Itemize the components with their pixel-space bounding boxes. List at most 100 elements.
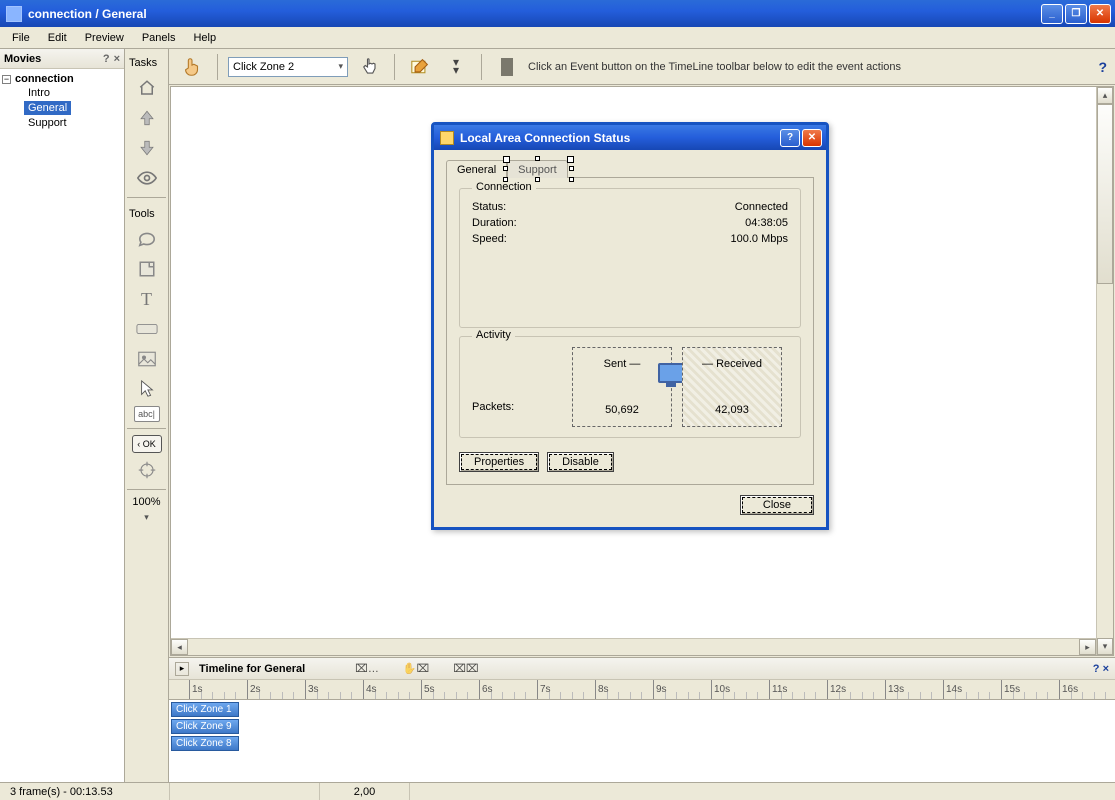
tab-support[interactable]: Support — [507, 160, 568, 178]
tree-item-general[interactable]: General — [24, 101, 71, 115]
stage-hint: Click an Event button on the TimeLine to… — [528, 61, 901, 73]
scroll-right-icon[interactable]: ▸ — [1079, 639, 1096, 655]
menu-panels[interactable]: Panels — [134, 30, 184, 46]
clickzone-combo-value: Click Zone 2 — [233, 61, 294, 73]
speech-bubble-icon[interactable] — [132, 226, 162, 252]
stage-help-icon[interactable]: ? — [1098, 59, 1107, 75]
stop-icon[interactable] — [492, 53, 522, 81]
tool-column: Tasks Tools T abc| ‹ — [125, 49, 169, 782]
double-chevron-down-icon[interactable]: ▾▾ — [441, 53, 471, 81]
tree-item-intro[interactable]: Intro — [24, 86, 54, 100]
vscroll-thumb[interactable] — [1097, 104, 1113, 284]
sent-box: Sent — 50,692 — [572, 347, 672, 427]
timeline-title: Timeline for General — [199, 663, 305, 675]
dialog-titlebar[interactable]: Local Area Connection Status ? ✕ — [434, 125, 826, 150]
duration-value: 04:38:05 — [745, 217, 788, 229]
target-icon[interactable] — [132, 457, 162, 483]
sent-label: Sent — [604, 358, 627, 370]
tree-item-support[interactable]: Support — [24, 116, 71, 130]
pointer-hand-icon[interactable] — [177, 53, 207, 81]
connection-legend: Connection — [472, 181, 536, 193]
selected-clickzone[interactable]: Support — [507, 160, 570, 178]
lan-status-dialog: Local Area Connection Status ? ✕ General… — [431, 122, 829, 530]
movies-panel: Movies ? × − connection Intro General Su… — [0, 49, 125, 782]
connection-fieldset: Connection Status:Connected Duration:04:… — [459, 188, 801, 328]
cursor-icon[interactable] — [132, 376, 162, 402]
movie-tree: − connection Intro General Support — [0, 69, 124, 135]
timeline-zone-3[interactable]: Click Zone 8 — [171, 736, 239, 751]
clickzone-combo[interactable]: Click Zone 2 ▾ — [228, 57, 348, 77]
app-emblem-icon — [6, 6, 22, 22]
button-icon[interactable] — [132, 316, 162, 342]
dialog-help-button[interactable]: ? — [780, 129, 800, 147]
activity-fieldset: Activity Packets: Sent — — [459, 336, 801, 438]
app-titlebar: connection / General _ ❐ ✕ — [0, 0, 1115, 27]
maximize-button[interactable]: ❐ — [1065, 4, 1087, 24]
dialog-close-button[interactable]: ✕ — [802, 129, 822, 147]
canvas-hscrollbar[interactable]: ◂ ▸ — [171, 638, 1096, 655]
status-frames: 3 frame(s) - 00:13.53 — [0, 783, 170, 800]
received-box: — Received 42,093 — [682, 347, 782, 427]
packets-spacer — [472, 361, 562, 373]
editor-canvas[interactable]: Local Area Connection Status ? ✕ General… — [170, 86, 1114, 656]
zoom-label[interactable]: 100% — [132, 496, 160, 508]
scroll-down-icon[interactable]: ▾ — [1097, 638, 1113, 655]
close-button[interactable]: ✕ — [1089, 4, 1111, 24]
timeline-zone-2[interactable]: Click Zone 9 — [171, 719, 239, 734]
scroll-up-icon[interactable]: ▴ — [1097, 87, 1113, 104]
statusbar: 3 frame(s) - 00:13.53 2,00 — [0, 782, 1115, 800]
menu-preview[interactable]: Preview — [77, 30, 132, 46]
canvas-vscrollbar[interactable]: ▴ ▾ — [1096, 87, 1113, 655]
stage-column: Click Zone 2 ▾ ▾▾ Click an Event button … — [169, 49, 1115, 782]
app-title: connection / General — [28, 7, 147, 21]
arrow-down-icon[interactable] — [132, 135, 162, 161]
speed-label: Speed: — [472, 233, 507, 245]
tree-root-label: connection — [15, 73, 74, 85]
click-hand-icon[interactable] — [354, 53, 384, 81]
tools-section-label: Tools — [125, 204, 168, 222]
home-icon[interactable] — [132, 75, 162, 101]
timeline-tool3-icon[interactable]: ⌧⌧ — [453, 662, 478, 675]
timeline-header: ▸ Timeline for General ⌧… ✋⌧ ⌧⌧ ? × — [169, 658, 1115, 680]
minimize-button[interactable]: _ — [1041, 4, 1063, 24]
timeline-zone-1[interactable]: Click Zone 1 — [171, 702, 239, 717]
tree-collapse-icon[interactable]: − — [2, 75, 11, 84]
sent-value: 50,692 — [581, 404, 663, 416]
image-icon[interactable] — [132, 346, 162, 372]
duration-label: Duration: — [472, 217, 517, 229]
movies-panel-close-icon[interactable]: × — [114, 53, 120, 65]
received-value: 42,093 — [691, 404, 773, 416]
note-icon[interactable] — [132, 256, 162, 282]
timeline-body[interactable]: Click Zone 1 Click Zone 9 Click Zone 8 — [169, 700, 1115, 782]
scroll-left-icon[interactable]: ◂ — [171, 639, 188, 655]
edit-note-icon[interactable] — [405, 53, 435, 81]
timeline-tool2-icon[interactable]: ✋⌧ — [403, 662, 429, 675]
timeline-collapse-icon[interactable]: ▸ — [175, 662, 189, 676]
network-emblem-icon — [440, 131, 454, 145]
properties-button[interactable]: Properties — [459, 452, 539, 472]
eye-icon[interactable] — [132, 165, 162, 191]
menu-help[interactable]: Help — [185, 30, 224, 46]
text-field-icon[interactable]: abc| — [134, 406, 160, 422]
timeline-ruler[interactable]: 1s2s3s4s5s6s7s8s9s10s11s12s13s14s15s16s — [169, 680, 1115, 700]
received-label: Received — [716, 358, 762, 370]
movies-panel-help-icon[interactable]: ? — [103, 53, 110, 65]
menubar: File Edit Preview Panels Help — [0, 27, 1115, 49]
stage-toolbar: Click Zone 2 ▾ ▾▾ Click an Event button … — [169, 49, 1115, 85]
menu-file[interactable]: File — [4, 30, 38, 46]
text-icon[interactable]: T — [132, 286, 162, 312]
ok-icon[interactable]: ‹ OK — [132, 435, 162, 453]
tree-root[interactable]: − connection — [2, 73, 122, 85]
arrow-up-icon[interactable] — [132, 105, 162, 131]
close-dialog-button[interactable]: Close — [740, 495, 814, 515]
disable-button[interactable]: Disable — [547, 452, 614, 472]
status-empty1 — [170, 783, 320, 800]
tab-general[interactable]: General — [446, 160, 507, 178]
tasks-section-label: Tasks — [125, 53, 168, 71]
timeline-help-icon[interactable]: ? × — [1093, 663, 1109, 675]
menu-edit[interactable]: Edit — [40, 30, 75, 46]
activity-legend: Activity — [472, 329, 515, 341]
movies-panel-header: Movies ? × — [0, 49, 124, 69]
timeline-tool1-icon[interactable]: ⌧… — [355, 662, 379, 675]
zoom-chevron-down-icon[interactable]: ▾ — [144, 512, 149, 523]
